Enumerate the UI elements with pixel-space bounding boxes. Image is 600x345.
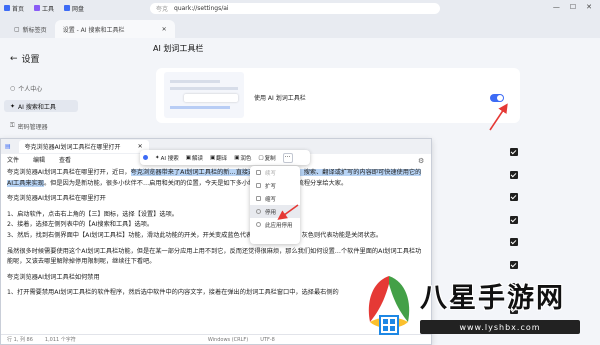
section-title: AI 划词工具栏 — [153, 44, 204, 53]
copy-icon: ▢ — [258, 154, 264, 161]
bookmark-tools[interactable]: 工具 — [34, 4, 54, 13]
menu-item-continue[interactable]: 续写 — [250, 166, 300, 179]
sidebar-item-ai[interactable]: ✦ AI 搜索和工具 — [4, 100, 78, 112]
sidebar-item-profile[interactable]: ○ 个人中心 — [4, 82, 78, 94]
toolbar-polish[interactable]: ▣ 润色 — [234, 154, 251, 162]
paragraph: 虽然很多时候需要使用这个AI划词工具栏功能，但是在某一部分应用上用不到它，反而还… — [7, 247, 422, 266]
settings-title: ← 设置 — [10, 53, 40, 66]
sidebar-item-passwords[interactable]: ⚿ 密码管理器 — [4, 120, 78, 132]
more-button[interactable]: ··· — [282, 152, 293, 163]
toolbar-copy[interactable]: ▢ 复制 — [258, 154, 275, 162]
checkbox[interactable] — [510, 215, 518, 224]
menu-item-disable[interactable]: 停用 — [250, 205, 300, 218]
site-logo-icon — [368, 276, 410, 335]
toolbar-ai-search[interactable]: ✦ AI 搜索 — [155, 154, 179, 162]
cloud-drive-icon — [64, 5, 71, 11]
tools-icon — [34, 5, 41, 11]
watermark: 八星手游网 www.lyshbx.com — [360, 270, 600, 345]
checkbox[interactable] — [510, 148, 518, 156]
continue-icon — [256, 170, 261, 175]
bookmark-home[interactable]: 首页 — [4, 4, 24, 13]
toggle-label: 使用 AI 划词工具栏 — [254, 95, 306, 102]
ai-toolbar-toggle[interactable] — [490, 94, 504, 102]
tab-close-icon[interactable]: ✕ — [138, 143, 143, 150]
toolbar-preview-image — [164, 72, 244, 118]
screenshot-root: 首页 工具 网盘 夸克 quark://settings/ai — ☐ ✕ ▢ 新… — [0, 0, 600, 345]
toolbar-explain[interactable]: ▣ 解读 — [186, 154, 203, 162]
tab-strip: ▢ 新标签页 设置 - AI 搜索和工具栏 ✕ — [0, 16, 600, 38]
close-icon[interactable]: ✕ — [586, 3, 592, 11]
checkbox[interactable] — [510, 170, 518, 179]
notepad-icon: ▤ — [5, 143, 11, 150]
ai-sparkle-icon: ✦ — [10, 102, 16, 110]
menu-item-disable-app[interactable]: 此应用停用 — [250, 218, 300, 231]
tab-settings[interactable]: 设置 - AI 搜索和工具栏 ✕ — [54, 20, 175, 38]
tab-new[interactable]: ▢ 新标签页 — [6, 20, 55, 38]
polish-icon: ▣ — [234, 154, 240, 161]
bookmark-drive[interactable]: 网盘 — [64, 4, 84, 13]
back-arrow-icon[interactable]: ← — [10, 54, 18, 64]
paragraph: 夸克浏览器AI划词工具栏在哪里打开 — [7, 195, 106, 203]
home-icon — [4, 5, 10, 11]
checkbox[interactable] — [510, 260, 518, 269]
more-menu: 续写 扩写 缩写 停用 此应用停用 — [250, 166, 300, 244]
paragraph: 3、然后，找到右侧界面中【AI划词工具栏】功能，滑动此功能的开关，开关变成蓝色代… — [7, 231, 383, 239]
ai-toolbar-card: 使用 AI 划词工具栏 — [156, 68, 520, 123]
key-icon: ⚿ — [10, 122, 15, 129]
address-bar[interactable]: 夸克 quark://settings/ai — [150, 3, 440, 14]
paragraph: 2、接着，选择左侧列表中的【AI搜索和工具】选项。 — [7, 221, 154, 229]
quark-logo-icon — [143, 155, 148, 160]
paragraph: 夸克浏览器AI划词工具栏在哪里打开，近日，夸克浏览器带来了AI划词工具栏的新…直… — [7, 169, 422, 187]
minimize-icon[interactable]: — — [553, 3, 560, 11]
selected-text: 夸克浏览器带来了AI划词工具栏的新 — [130, 169, 230, 176]
explain-icon: ▣ — [185, 154, 191, 161]
toolbar-translate[interactable]: ▣ 翻译 — [210, 154, 227, 162]
address-url: quark://settings/ai — [174, 5, 229, 12]
menu-view[interactable]: 查看 — [59, 155, 71, 164]
ai-word-toolbar: ✦ AI 搜索 ▣ 解读 ▣ 翻译 ▣ 润色 ▢ 复制 ··· — [140, 150, 310, 165]
block-icon — [256, 222, 261, 227]
menu-file[interactable]: 文件 — [7, 155, 19, 164]
checkbox[interactable] — [510, 193, 518, 201]
paragraph: 1、启动软件，点击右上角的【三】图标，选择【设置】选项。 — [7, 210, 178, 218]
watermark-title: 八星手游网 — [420, 283, 565, 314]
translate-icon: ▣ — [209, 154, 216, 161]
menu-item-expand[interactable]: 扩写 — [250, 179, 300, 192]
disable-icon — [256, 209, 261, 214]
shorten-icon — [256, 196, 261, 201]
ai-search-icon: ✦ — [155, 154, 160, 161]
window-controls: — ☐ ✕ — [553, 3, 592, 11]
maximize-icon[interactable]: ☐ — [570, 3, 576, 11]
tab-icon: ▢ — [14, 25, 20, 33]
user-icon: ○ — [10, 84, 16, 92]
notepad-tab[interactable]: 夸克浏览器AI划词工具栏在哪里打开 ✕ — [18, 140, 149, 153]
menu-edit[interactable]: 编辑 — [33, 155, 45, 164]
menu-item-shorten[interactable]: 缩写 — [250, 192, 300, 205]
watermark-url: www.lyshbx.com — [420, 320, 580, 334]
checkbox[interactable] — [510, 238, 518, 246]
tab-close-icon[interactable]: ✕ — [162, 26, 167, 33]
gear-icon[interactable]: ⚙ — [418, 157, 424, 165]
address-site-label: 夸克 — [156, 6, 169, 13]
expand-icon — [256, 183, 261, 188]
